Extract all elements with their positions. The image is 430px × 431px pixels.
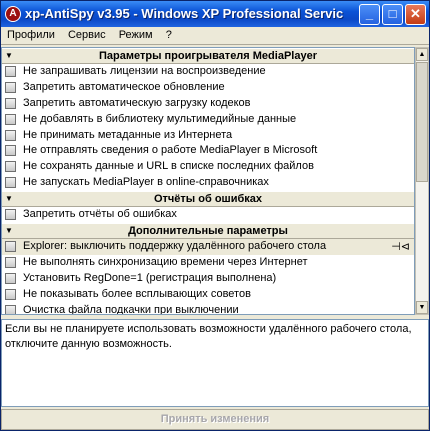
- list-item[interactable]: Не запускать MediaPlayer в online-справо…: [2, 175, 414, 191]
- checkbox[interactable]: [5, 241, 16, 253]
- scroll-down-icon[interactable]: ▼: [416, 301, 428, 314]
- checkbox[interactable]: [5, 177, 16, 189]
- checkbox[interactable]: [5, 288, 16, 300]
- settings-list: ▼ Параметры проигрывателя MediaPlayer Не…: [1, 47, 415, 315]
- item-label: Запретить автоматическую загрузку кодеко…: [23, 96, 251, 109]
- checkbox[interactable]: [5, 272, 16, 284]
- window-title: xp-AntiSpy v3.95 - Windows XP Profession…: [25, 6, 344, 21]
- section-arrow-icon: ▼: [5, 226, 13, 236]
- menu-mode[interactable]: Режим: [113, 27, 157, 41]
- apply-changes-button[interactable]: Принять изменения: [1, 409, 429, 430]
- section-header-mediaplayer[interactable]: ▼ Параметры проигрывателя MediaPlayer: [2, 48, 414, 64]
- section-title: Дополнительные параметры: [128, 225, 288, 238]
- vertical-scrollbar[interactable]: ▲ ▼: [415, 47, 429, 315]
- list-item[interactable]: Не принимать метаданные из Интернета: [2, 128, 414, 144]
- list-item[interactable]: Не отправлять сведения о работе MediaPla…: [2, 143, 414, 159]
- item-label: Не добавлять в библиотеку мультимедийные…: [23, 112, 297, 125]
- app-icon: A: [5, 6, 21, 22]
- checkbox[interactable]: [5, 145, 16, 157]
- checkbox[interactable]: [5, 129, 16, 141]
- minimize-button[interactable]: _: [359, 4, 380, 25]
- item-label: Не выполнять синхронизацию времени через…: [23, 255, 308, 268]
- item-label: Не запускать MediaPlayer в online-справо…: [23, 176, 269, 189]
- scroll-up-icon[interactable]: ▲: [416, 48, 428, 61]
- section-header-additional[interactable]: ▼ Дополнительные параметры: [2, 223, 414, 240]
- list-item[interactable]: Не сохранять данные и URL в списке после…: [2, 159, 414, 175]
- item-label: Очистка файла подкачки при выключении: [23, 303, 239, 315]
- menu-bar: Профили Сервис Режим ?: [1, 27, 429, 45]
- item-label: Установить RegDone=1 (регистрация выполн…: [23, 271, 277, 284]
- list-item[interactable]: Запретить автоматическую загрузку кодеко…: [2, 96, 414, 112]
- scroll-thumb[interactable]: [416, 62, 428, 182]
- title-bar[interactable]: A xp-AntiSpy v3.95 - Windows XP Professi…: [1, 1, 429, 27]
- checkbox[interactable]: [5, 304, 16, 314]
- list-item[interactable]: Не запрашивать лицензии на воспроизведен…: [2, 64, 414, 80]
- section-title: Отчёты об ошибках: [153, 193, 263, 206]
- item-label: Не отправлять сведения о работе MediaPla…: [23, 144, 318, 157]
- list-item[interactable]: Не показывать более всплывающих советов: [2, 287, 414, 303]
- description-panel: Если вы не планируете использовать возмо…: [1, 319, 429, 407]
- checkbox[interactable]: [5, 209, 16, 221]
- section-header-error-reports[interactable]: ▼ Отчёты об ошибках: [2, 191, 414, 208]
- checkbox[interactable]: [5, 161, 16, 173]
- close-button[interactable]: ✕: [405, 4, 426, 25]
- section-title: Параметры проигрывателя MediaPlayer: [99, 50, 317, 62]
- checkbox[interactable]: [5, 113, 16, 125]
- menu-profiles[interactable]: Профили: [1, 27, 59, 41]
- checkbox[interactable]: [5, 97, 16, 109]
- checkbox[interactable]: [5, 66, 16, 77]
- item-label: Explorer: выключить поддержку удалённого…: [23, 240, 327, 253]
- menu-service[interactable]: Сервис: [62, 27, 110, 41]
- item-label: Не запрашивать лицензии на воспроизведен…: [23, 65, 266, 77]
- list-item[interactable]: Не выполнять синхронизацию времени через…: [2, 255, 414, 271]
- item-label: Не показывать более всплывающих советов: [23, 287, 251, 300]
- list-item[interactable]: Запретить автоматическое обновление: [2, 80, 414, 96]
- item-label: Запретить отчёты об ошибках: [23, 208, 177, 221]
- list-item-selected[interactable]: Explorer: выключить поддержку удалённого…: [2, 239, 414, 255]
- section-arrow-icon: ▼: [5, 194, 13, 204]
- list-item[interactable]: Установить RegDone=1 (регистрация выполн…: [2, 271, 414, 287]
- maximize-button[interactable]: □: [382, 4, 403, 25]
- checkbox[interactable]: [5, 256, 16, 268]
- list-item[interactable]: Очистка файла подкачки при выключении: [2, 303, 414, 315]
- checkbox[interactable]: [5, 81, 16, 93]
- pin-icon: ⊣⊲: [391, 241, 410, 254]
- item-label: Не принимать метаданные из Интернета: [23, 128, 233, 141]
- list-item[interactable]: Не добавлять в библиотеку мультимедийные…: [2, 112, 414, 128]
- item-label: Запретить автоматическое обновление: [23, 80, 225, 93]
- app-window: A xp-AntiSpy v3.95 - Windows XP Professi…: [0, 0, 430, 431]
- list-item[interactable]: Запретить отчёты об ошибках: [2, 207, 414, 223]
- menu-help[interactable]: ?: [160, 27, 176, 41]
- section-arrow-icon: ▼: [5, 51, 13, 60]
- item-label: Не сохранять данные и URL в списке после…: [23, 160, 314, 173]
